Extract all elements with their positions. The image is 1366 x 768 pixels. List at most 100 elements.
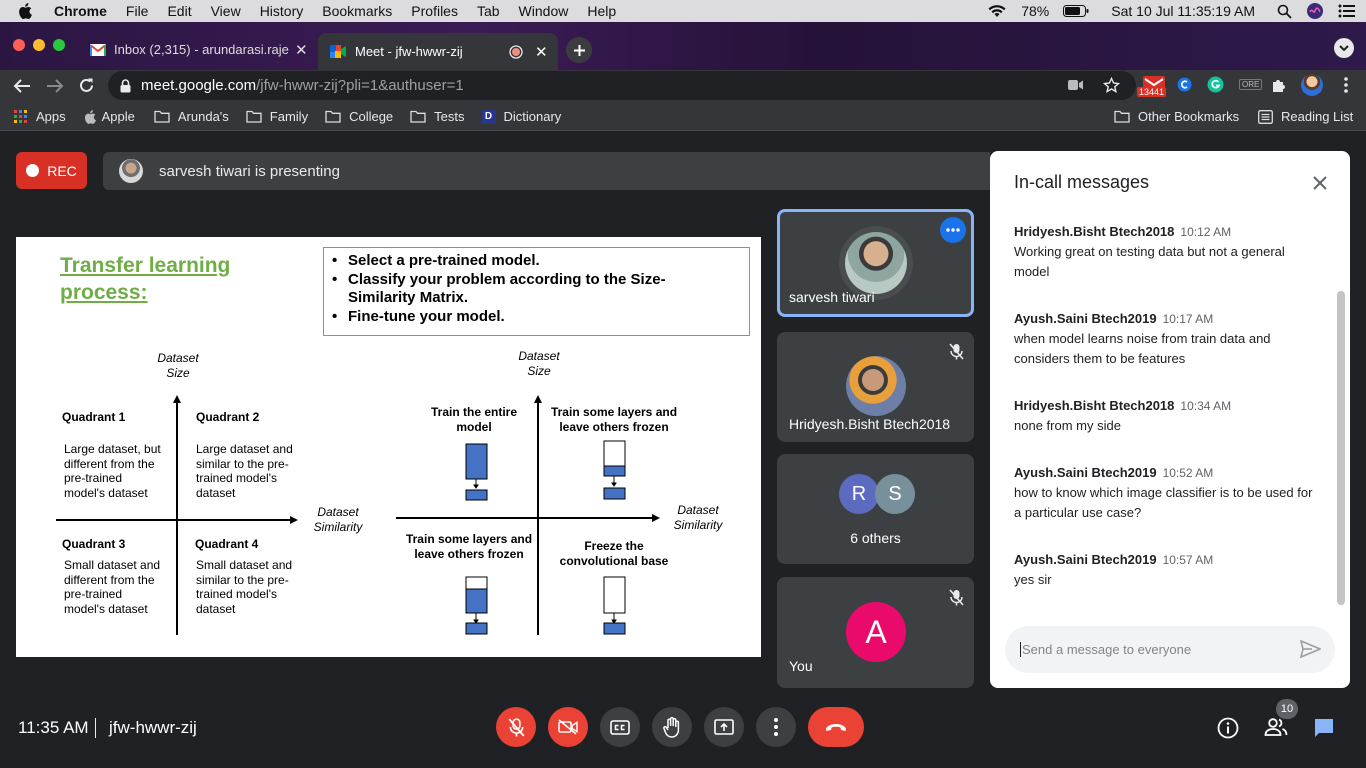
meeting-info-icon[interactable] (1217, 717, 1239, 739)
send-icon[interactable] (1300, 640, 1321, 658)
participant-tile-self[interactable]: A You (777, 577, 974, 688)
menu-window[interactable]: Window (519, 3, 569, 19)
menu-history[interactable]: History (260, 3, 304, 19)
window-close-button[interactable] (13, 39, 25, 51)
presenting-text: sarvesh tiwari is presenting (159, 162, 340, 180)
mac-menu-bar: Chrome File Edit View History Bookmarks … (0, 0, 1366, 22)
chrome-menu-icon[interactable] (1344, 77, 1348, 93)
quadrant-title: Quadrant 1 (62, 410, 126, 424)
new-tab-button[interactable] (566, 37, 592, 63)
quadrant-title: Quadrant 4 (195, 537, 259, 551)
lock-icon[interactable] (120, 78, 131, 93)
participant-tile-presenter[interactable]: sarvesh tiwari (777, 209, 974, 317)
present-icon (714, 719, 734, 735)
message-input[interactable]: Send a message to everyone (1005, 626, 1335, 673)
participant-initial: R (839, 474, 879, 514)
menu-profiles[interactable]: Profiles (411, 3, 458, 19)
participant-name: 6 others (850, 530, 901, 546)
reading-list[interactable]: Reading List (1258, 109, 1353, 124)
battery-icon[interactable] (1063, 5, 1089, 17)
profile-avatar[interactable] (1301, 74, 1323, 96)
camera-in-use-icon[interactable] (1068, 79, 1084, 91)
menu-help[interactable]: Help (587, 3, 616, 19)
siri-icon[interactable] (1306, 2, 1324, 20)
leave-call-button[interactable] (808, 707, 864, 747)
participant-tile[interactable]: Hridyesh.Bisht Btech2018 (777, 332, 974, 442)
message-sender: Ayush.Saini Btech2019 (1014, 552, 1157, 567)
menu-file[interactable]: File (126, 3, 149, 19)
menu-bookmarks[interactable]: Bookmarks (322, 3, 392, 19)
reading-list-icon (1258, 109, 1273, 124)
grammarly-icon[interactable] (1207, 76, 1224, 93)
close-icon[interactable]: ✕ (295, 41, 308, 59)
forward-icon[interactable] (46, 78, 64, 94)
bookmark-folder-family[interactable]: Family (246, 109, 308, 124)
bookmark-dictionary[interactable]: D Dictionary (481, 109, 562, 124)
bookmark-label: Dictionary (503, 109, 562, 124)
close-icon[interactable]: ✕ (535, 43, 548, 61)
message-text: none from my side (1014, 418, 1121, 433)
captions-button[interactable] (600, 707, 640, 747)
chat-message: Hridyesh.Bisht Btech2018 10:12 AM Working… (1014, 224, 1314, 282)
mic-toggle-button[interactable] (496, 707, 536, 747)
axis-label-size: Dataset Size (518, 349, 560, 378)
menu-clock[interactable]: Sat 10 Jul 11:35:19 AM (1111, 3, 1255, 19)
message-time: 10:34 AM (1180, 399, 1232, 413)
present-screen-button[interactable] (704, 707, 744, 747)
participant-name: Hridyesh.Bisht Btech2018 (789, 416, 951, 432)
bookmark-apple[interactable]: Apple (84, 109, 135, 124)
window-zoom-button[interactable] (53, 39, 65, 51)
meeting-code[interactable]: jfw-hwwr-zij (109, 718, 197, 738)
bookmark-folder-tests[interactable]: Tests (410, 109, 465, 124)
extension-ore-icon[interactable]: ORE (1239, 79, 1263, 90)
tab-search-button[interactable] (1334, 38, 1354, 58)
spotlight-search-icon[interactable] (1277, 4, 1292, 19)
close-panel-icon[interactable] (1312, 175, 1328, 191)
participant-tile-others[interactable]: R S 6 others (777, 454, 974, 564)
people-count-badge: 10 (1276, 699, 1298, 719)
apple-menu-icon[interactable] (18, 3, 32, 19)
message-text: Working great on testing data but not a … (1014, 244, 1285, 279)
url-domain: meet.google.com (141, 77, 257, 94)
message-time: 10:57 AM (1162, 553, 1214, 567)
address-bar[interactable]: meet.google.com /jfw-hwwr-zij?pli=1&auth… (108, 71, 1136, 100)
extension-c-icon[interactable] (1177, 77, 1192, 92)
people-icon[interactable] (1264, 718, 1288, 736)
battery-percent: 78% (1021, 3, 1050, 19)
back-icon[interactable] (13, 78, 31, 94)
bookmarks-bar: Apps Apple Arunda's Family College Tests… (0, 103, 1366, 131)
chat-icon[interactable] (1313, 717, 1335, 739)
menu-tab[interactable]: Tab (477, 3, 500, 19)
panel-title: In-call messages (1014, 172, 1150, 192)
bookmark-folder-arundas[interactable]: Arunda's (154, 109, 229, 124)
camera-toggle-button[interactable] (548, 707, 588, 747)
raise-hand-button[interactable] (652, 707, 692, 747)
bookmark-other[interactable]: Other Bookmarks (1114, 109, 1239, 124)
reload-icon[interactable] (78, 77, 95, 94)
tab-meet[interactable]: Meet - jfw-hwwr-zij ✕ (318, 33, 558, 70)
extension-badge: 13441 (1137, 87, 1167, 97)
bookmark-folder-college[interactable]: College (325, 109, 393, 124)
menu-app-chrome[interactable]: Chrome (54, 3, 107, 19)
folder-icon (154, 110, 170, 123)
bookmark-label: College (349, 109, 394, 124)
more-options-icon[interactable] (940, 217, 966, 243)
control-center-icon[interactable] (1338, 4, 1356, 18)
presenter-avatar (119, 159, 143, 183)
menu-edit[interactable]: Edit (167, 3, 191, 19)
tab-gmail[interactable]: Inbox (2,315) - arundarasi.rajendran@ ✕ (80, 35, 315, 64)
window-minimize-button[interactable] (33, 39, 45, 51)
chat-scrollbar[interactable] (1337, 291, 1345, 605)
more-options-button[interactable] (756, 707, 796, 747)
bookmark-apps[interactable]: Apps (14, 109, 66, 124)
extensions-puzzle-icon[interactable] (1271, 77, 1287, 93)
bookmark-star-icon[interactable] (1103, 77, 1120, 94)
more-vert-icon (774, 718, 778, 736)
wifi-icon[interactable] (987, 4, 1007, 18)
quadrant-title: Quadrant 3 (62, 537, 126, 551)
meet-call-area: REC sarvesh tiwari is presenting Transfe… (0, 131, 1366, 768)
chat-message: Ayush.Saini Btech2019 10:57 AM yes sir (1014, 552, 1314, 590)
recording-indicator[interactable]: REC (16, 152, 87, 189)
menu-view[interactable]: View (211, 3, 241, 19)
chat-message: Ayush.Saini Btech2019 10:52 AM how to kno… (1014, 465, 1314, 523)
